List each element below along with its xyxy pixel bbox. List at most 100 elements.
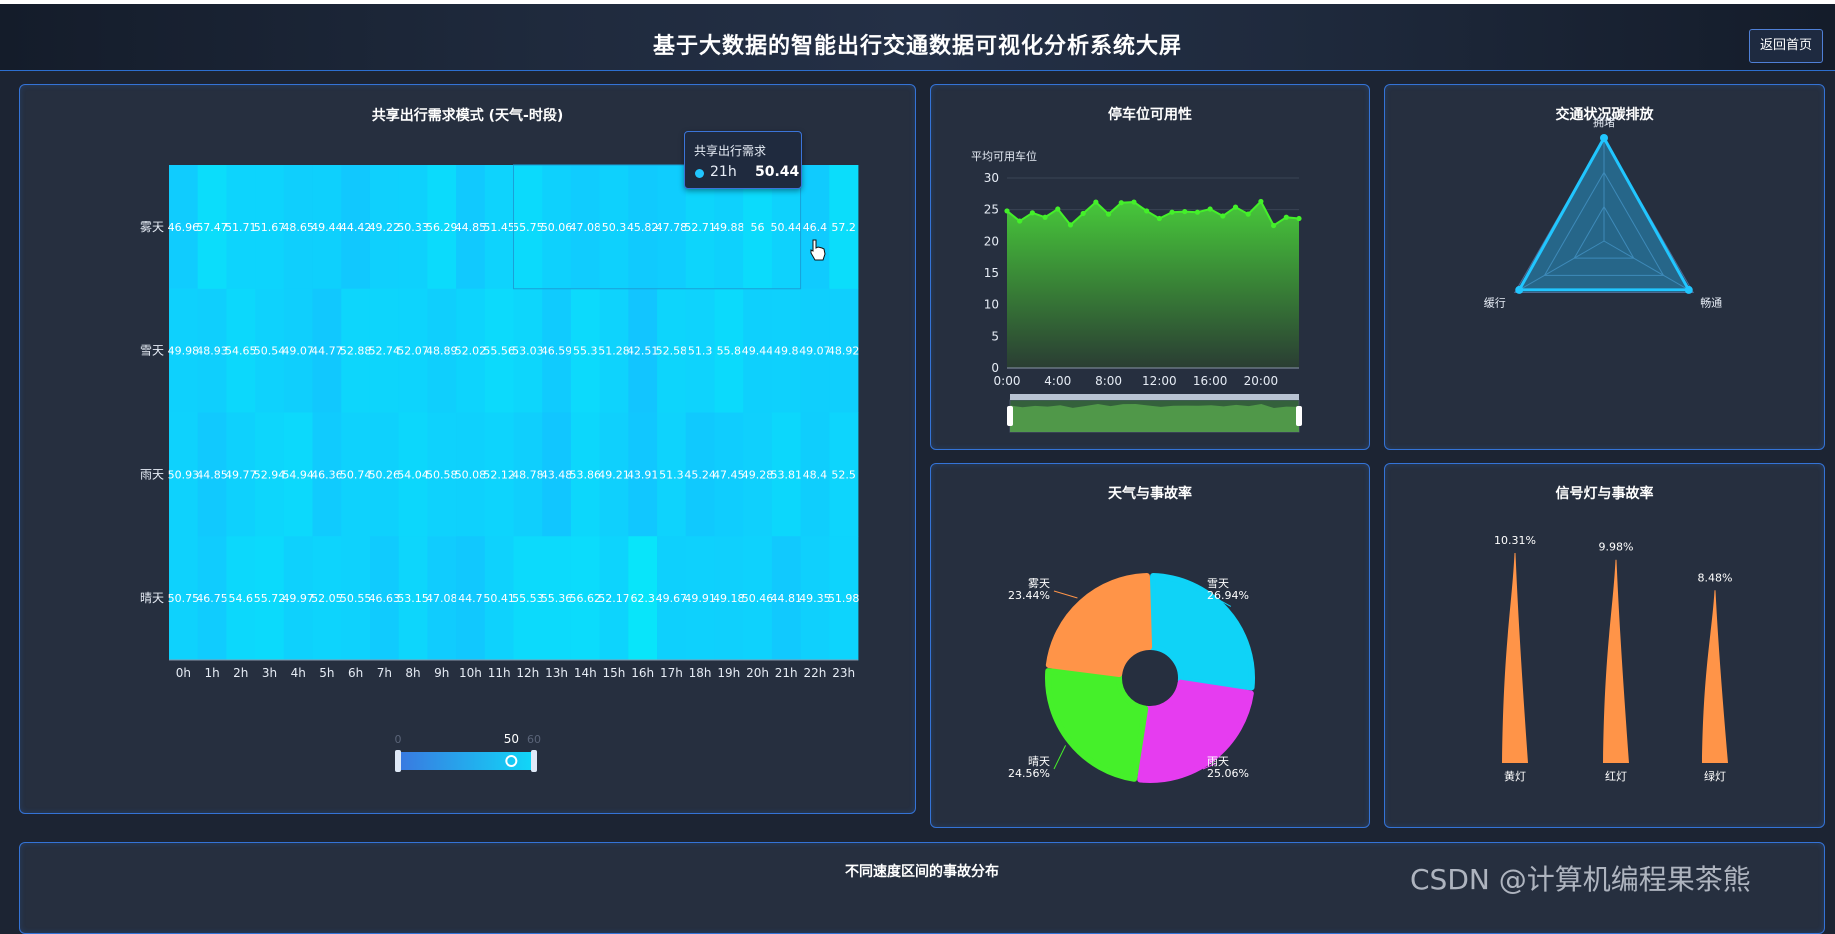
heatmap-cell-label: 54.94	[282, 468, 314, 481]
heatmap-cell-label: 52.17	[598, 592, 630, 605]
parking-y-tick: 15	[984, 266, 999, 280]
heatmap-x-label: 12h	[516, 666, 539, 680]
heatmap-y-label: 雨天	[140, 467, 164, 481]
heatmap-cell-label: 50.44	[770, 221, 802, 234]
pie-slice	[1137, 679, 1254, 783]
header-bar: 基于大数据的智能出行交通数据可视化分析系统大屏 返回首页	[0, 4, 1835, 71]
home-button[interactable]: 返回首页	[1749, 29, 1823, 63]
heatmap-cell-label: 49.21	[598, 468, 630, 481]
heatmap-cell-label: 49.18	[713, 592, 745, 605]
traffic-panel: 交通状况碳排放 拥堵 畅通 缓行	[1384, 84, 1825, 450]
pie-slice-value: 24.56%	[1008, 767, 1050, 780]
radar-point	[1600, 134, 1608, 142]
heatmap-cell-label: 46.75	[196, 592, 228, 605]
heatmap-cell-label: 46.36	[311, 468, 343, 481]
heatmap-cell-label: 51.67	[254, 221, 286, 234]
radar-point	[1684, 285, 1693, 294]
heatmap-cell-label: 50.58	[426, 468, 458, 481]
heatmap-cell-label: 44.77	[311, 345, 343, 358]
heatmap-cell-label: 50.75	[168, 592, 200, 605]
parking-point	[1029, 210, 1035, 216]
heatmap-x-label: 18h	[689, 666, 712, 680]
visualmap-max-label: 60	[527, 733, 541, 746]
signal-bar-chart[interactable]: 10.31% 黄灯 9.98% 红灯 8.48% 绿灯	[1385, 464, 1824, 827]
heatmap-cell-label: 48.4	[803, 468, 828, 481]
heatmap-cell-label: 48.65	[282, 221, 314, 234]
visualmap-handle-left	[395, 750, 401, 772]
weather-panel: 天气与事故率 雪天 26.94% 雨天 25.06% 晴天 24.56% 雾天 23.44%	[930, 463, 1370, 828]
heatmap-x-label: 22h	[804, 666, 827, 680]
signal-bar-category: 黄灯	[1504, 769, 1526, 783]
parking-point	[1144, 208, 1150, 214]
heatmap-x-label: 23h	[832, 666, 855, 680]
parking-point	[1131, 199, 1137, 205]
radar-point	[1515, 285, 1524, 294]
signal-bar-category: 红灯	[1605, 770, 1627, 783]
heatmap-cell-label: 46.4	[803, 221, 828, 234]
tooltip-series-dot	[695, 169, 704, 178]
signal-bar-value: 10.31%	[1494, 534, 1536, 547]
heatmap-cell-label: 54.04	[397, 468, 429, 481]
parking-y-tick: 5	[991, 329, 999, 343]
heatmap-cell-label: 45.82	[627, 221, 659, 234]
parking-y-tick: 0	[991, 361, 999, 375]
heatmap-cell-label: 49.07	[282, 345, 314, 358]
heatmap-cell-label: 47.45	[713, 468, 745, 481]
heatmap-cell-label: 49.22	[369, 221, 401, 234]
traffic-radar-chart[interactable]: 拥堵畅通 缓行	[1385, 85, 1824, 449]
weather-pie-chart[interactable]: 雪天26.94%雨天25.06%晴天24.56%雾天23.44%	[931, 464, 1369, 827]
heatmap-cell-label: 52.5	[831, 468, 856, 481]
heatmap-cell-label: 49.35	[799, 592, 831, 605]
datazoom-bar	[1010, 394, 1299, 400]
datazoom-handle-left[interactable]	[1007, 406, 1013, 426]
parking-point	[1156, 215, 1162, 222]
heatmap-cell-label: 50.41	[483, 592, 515, 605]
heatmap-cell-label: 52.02	[455, 345, 487, 358]
heatmap-cell-label: 46.63	[369, 592, 401, 605]
radar-indicator-label: 拥堵	[1593, 115, 1615, 129]
heatmap-cell-label: 49.77	[225, 468, 256, 481]
signal-bar	[1502, 553, 1528, 763]
parking-point	[1182, 208, 1188, 215]
heatmap-cell-label: 52.74	[369, 345, 401, 358]
parking-point	[1055, 206, 1061, 212]
signal-bar-category: 绿灯	[1704, 769, 1726, 783]
parking-y-tick: 20	[984, 234, 999, 248]
parking-x-tick: 16:00	[1193, 374, 1228, 388]
parking-point	[1169, 209, 1175, 215]
heatmap-cell-label: 52.05	[311, 592, 343, 605]
heatmap-cell-label: 56.29	[426, 221, 458, 234]
parking-point	[1080, 210, 1086, 217]
heatmap-cell-label: 50.26	[369, 468, 401, 481]
heatmap-cell-label: 55.36	[541, 592, 573, 605]
heatmap-cell-label: 48.78	[512, 468, 544, 481]
heatmap-cell-label: 55.53	[512, 592, 544, 605]
heatmap-x-label: 21h	[775, 666, 798, 680]
signal-panel: 信号灯与事故率 10.31% 黄灯 9.98% 红灯 8.48% 绿灯	[1384, 463, 1825, 828]
heatmap-cell-label: 54.65	[225, 345, 256, 358]
parking-point	[1004, 208, 1010, 214]
heatmap-cell-label: 50.08	[455, 468, 487, 481]
heatmap-cell-label: 55.8	[717, 345, 742, 358]
parking-chart[interactable]: 平均可用车位 0 5 10 15 20 25 30 0:00 4:00 8:00 12:00 16:00…	[931, 85, 1369, 449]
heatmap-cell-label: 53.15	[397, 592, 429, 605]
heatmap-cell-label: 57.47	[196, 221, 228, 234]
visualmap-bar	[398, 752, 534, 770]
heatmap-x-label: 19h	[717, 666, 740, 680]
heatmap-x-label: 20h	[746, 666, 769, 680]
visualmap-value-label: 50	[504, 732, 519, 746]
pie-slice-value: 26.94%	[1207, 589, 1249, 602]
parking-x-tick: 12:00	[1142, 374, 1177, 388]
heatmap-chart[interactable]: 46.9657.4751.7151.6748.6549.4444.4249.22…	[20, 85, 915, 813]
heatmap-cell-label: 47.78	[656, 221, 688, 234]
pie-slice	[1045, 668, 1149, 782]
pie-label-line	[1053, 745, 1067, 770]
heatmap-cell-label: 51.98	[828, 592, 860, 605]
heatmap-cell-label: 52.58	[656, 345, 688, 358]
datazoom-handle-right[interactable]	[1296, 406, 1302, 426]
signal-bar	[1702, 590, 1728, 763]
heatmap-cell-label: 50.93	[168, 468, 200, 481]
parking-y-tick: 25	[984, 203, 999, 217]
heatmap-cell-label: 53.81	[770, 468, 802, 481]
heatmap-x-label: 8h	[405, 666, 420, 680]
